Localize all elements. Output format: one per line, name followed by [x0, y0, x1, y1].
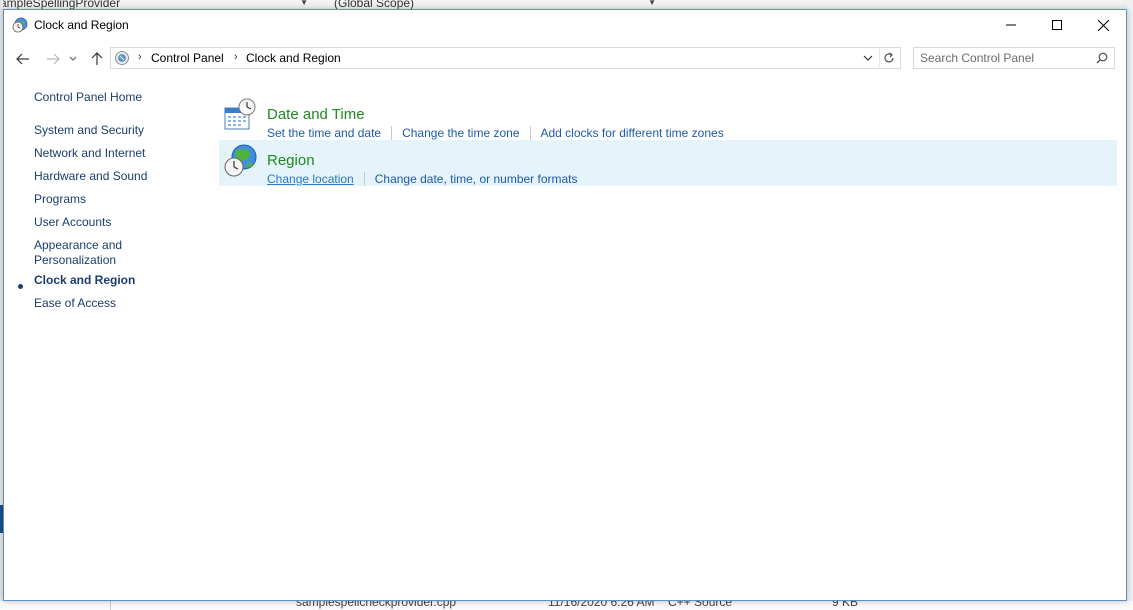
nav-control-panel-home[interactable]: Control Panel Home	[34, 90, 142, 105]
maximize-icon	[1052, 20, 1062, 30]
close-icon	[1097, 19, 1109, 31]
chevron-down-icon: ▼	[300, 0, 308, 7]
search-input[interactable]	[920, 50, 1085, 66]
nav-clock-region[interactable]: Clock and Region	[34, 273, 135, 288]
link-divider	[529, 126, 531, 140]
section-region: Region Change location Change date, time…	[219, 140, 1117, 186]
forward-button[interactable]	[42, 48, 64, 70]
background-file-type: C++ Source	[668, 601, 733, 609]
breadcrumb-clock-region[interactable]: Clock and Region	[246, 51, 341, 65]
calendar-clock-icon[interactable]	[222, 97, 258, 133]
date-time-links: Set the time and date Change the time zo…	[267, 126, 724, 140]
refresh-button[interactable]	[879, 49, 898, 67]
nav-network-internet[interactable]: Network and Internet	[34, 146, 145, 161]
minimize-icon	[1006, 24, 1016, 26]
back-button[interactable]	[12, 48, 34, 70]
chevron-down-icon	[863, 55, 873, 61]
title-bar[interactable]: Clock and Region	[4, 10, 1126, 40]
region-links: Change location Change date, time, or nu…	[267, 172, 578, 186]
search-icon[interactable]	[1096, 52, 1108, 64]
nav-programs[interactable]: Programs	[34, 192, 86, 207]
address-dropdown-button[interactable]	[860, 49, 876, 67]
globe-clock-icon[interactable]	[222, 143, 258, 179]
link-divider	[391, 126, 393, 140]
background-divider	[110, 601, 111, 610]
link-divider	[363, 172, 365, 186]
section-title-date-time[interactable]: Date and Time	[267, 106, 365, 123]
search-box[interactable]	[913, 47, 1115, 69]
arrow-up-icon	[91, 52, 103, 65]
control-panel-window: Clock and Region › Control Panel › Clock…	[3, 9, 1127, 601]
nav-ease-of-access[interactable]: Ease of Access	[34, 296, 116, 311]
clock-region-icon	[12, 17, 28, 33]
background-file-name: samplespellcheckprovider.cpp	[296, 601, 457, 609]
window-title: Clock and Region	[34, 18, 129, 32]
nav-appearance-personalization[interactable]: Appearance and Personalization	[34, 238, 122, 268]
link-add-clocks[interactable]: Add clocks for different time zones	[541, 126, 724, 140]
arrow-right-icon	[47, 53, 60, 65]
nav-hardware-sound[interactable]: Hardware and Sound	[34, 169, 147, 184]
address-bar[interactable]: › Control Panel › Clock and Region	[110, 47, 901, 69]
refresh-icon	[884, 52, 894, 63]
link-change-location[interactable]: Change location	[267, 172, 354, 186]
nav-appearance-line2: Personalization	[34, 253, 117, 267]
nav-appearance-line1: Appearance and	[34, 238, 123, 252]
breadcrumb-separator-icon[interactable]: ›	[234, 51, 238, 63]
minimize-button[interactable]	[988, 10, 1034, 40]
nav-system-security[interactable]: System and Security	[34, 123, 144, 138]
control-panel-icon	[115, 51, 129, 65]
background-app-file-row: samplespellcheckprovider.cpp 11/16/2020 …	[0, 601, 1133, 610]
breadcrumb-control-panel[interactable]: Control Panel	[151, 51, 224, 65]
section-title-region[interactable]: Region	[267, 152, 315, 169]
up-button[interactable]	[86, 48, 108, 70]
current-page-bullet	[18, 284, 23, 289]
link-change-time-zone[interactable]: Change the time zone	[402, 126, 519, 140]
background-file-date: 11/16/2020 6:26 AM	[548, 601, 655, 609]
nav-user-accounts[interactable]: User Accounts	[34, 215, 111, 230]
recent-locations-button[interactable]	[66, 48, 80, 70]
chevron-down-icon	[69, 56, 77, 61]
link-set-time-date[interactable]: Set the time and date	[267, 126, 381, 140]
section-date-time: Date and Time Set the time and date Chan…	[219, 94, 1117, 140]
background-file-size: 9 KB	[832, 601, 859, 609]
arrow-left-icon	[16, 53, 29, 65]
maximize-button[interactable]	[1034, 10, 1080, 40]
close-button[interactable]	[1080, 10, 1126, 40]
breadcrumb-separator-icon[interactable]: ›	[138, 51, 142, 63]
chevron-down-icon: ▼	[648, 0, 656, 7]
link-change-formats[interactable]: Change date, time, or number formats	[375, 172, 578, 186]
